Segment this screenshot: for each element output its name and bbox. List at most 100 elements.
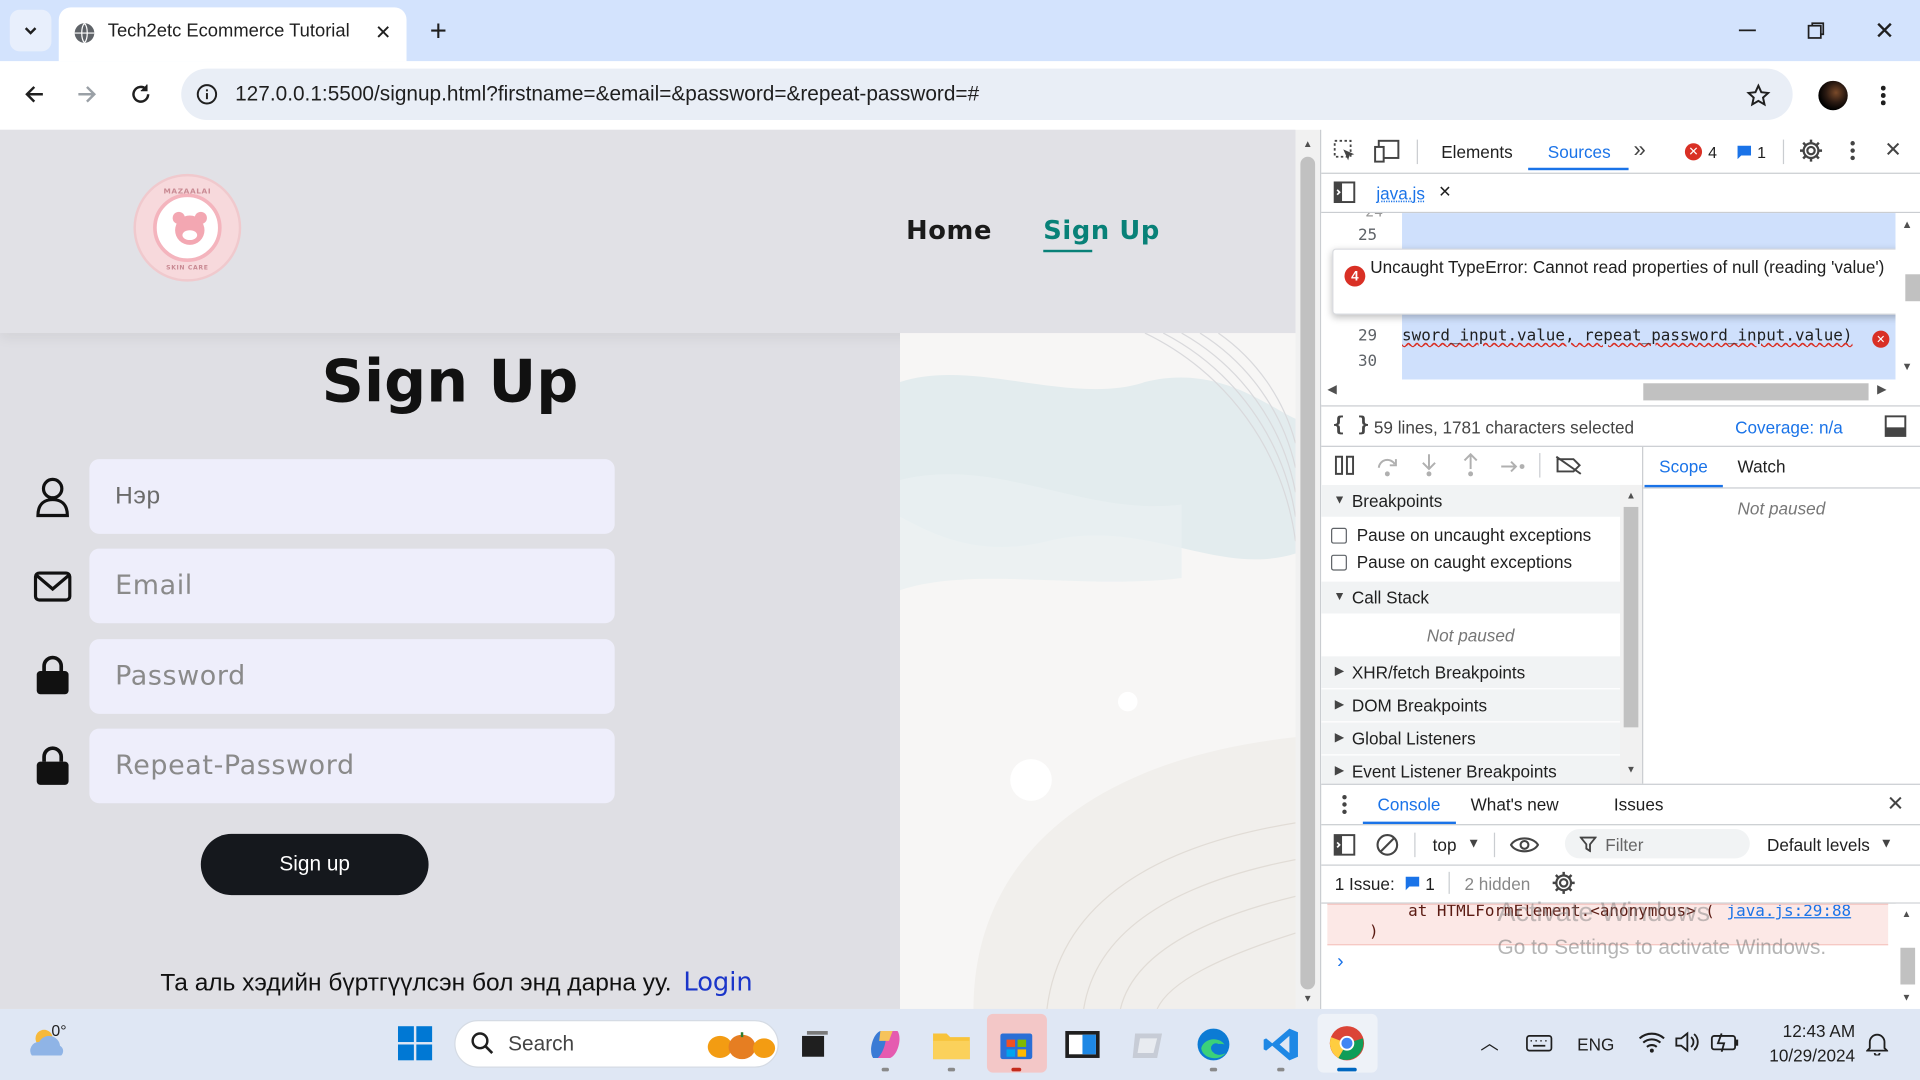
- kebab-menu-icon[interactable]: [1869, 78, 1898, 112]
- issues-count[interactable]: 1: [1425, 874, 1435, 894]
- devtools-menu-icon[interactable]: [1850, 140, 1855, 162]
- tray-overflow-icon[interactable]: ︿: [1480, 1030, 1498, 1056]
- remote-desktop-icon[interactable]: [1064, 1029, 1101, 1061]
- console-scrollbar[interactable]: ▲ ▼: [1895, 903, 1920, 1009]
- pause-uncaught-label[interactable]: Pause on uncaught exceptions: [1357, 525, 1591, 545]
- page-scrollbar-thumb[interactable]: [1300, 156, 1316, 990]
- windows-start-icon[interactable]: [397, 1026, 433, 1061]
- snipping-tool-icon[interactable]: [1130, 1029, 1167, 1061]
- step-over-icon[interactable]: [1376, 456, 1398, 478]
- navigator-toggle-icon[interactable]: [1333, 181, 1356, 204]
- close-file-tab-icon[interactable]: ✕: [1435, 182, 1455, 202]
- file-tab-javajs[interactable]: java.js: [1376, 184, 1425, 204]
- close-devtools-icon[interactable]: ✕: [1881, 138, 1905, 162]
- password-field[interactable]: Password: [89, 639, 615, 714]
- console-prompt[interactable]: ›: [1337, 951, 1344, 973]
- nav-signup-link[interactable]: Sign Up: [1043, 216, 1160, 245]
- signup-submit-button[interactable]: Sign up: [200, 833, 429, 896]
- tab-search-button[interactable]: [9, 9, 52, 52]
- pause-caught-label[interactable]: Pause on caught exceptions: [1357, 552, 1572, 572]
- minimize-icon[interactable]: [1727, 12, 1769, 49]
- coverage-link[interactable]: Coverage: n/a: [1735, 418, 1843, 438]
- tab-sources[interactable]: Sources: [1548, 142, 1611, 162]
- call-stack-section[interactable]: Call Stack: [1352, 588, 1429, 608]
- login-link[interactable]: Login: [683, 967, 752, 996]
- page-scrollbar[interactable]: ▲ ▼: [1295, 129, 1321, 1009]
- pretty-print-icon[interactable]: { }: [1332, 413, 1370, 437]
- message-count[interactable]: 1: [1757, 143, 1766, 161]
- context-selector[interactable]: top: [1433, 835, 1457, 855]
- dom-breakpoints-section[interactable]: DOM Breakpoints: [1352, 696, 1487, 716]
- volume-icon[interactable]: [1675, 1031, 1699, 1053]
- drawer-tab-whatsnew[interactable]: What's new: [1471, 795, 1559, 815]
- browser-tab[interactable]: Tech2etc Ecommerce Tutorial ✕: [58, 7, 407, 62]
- more-tabs-icon[interactable]: »: [1633, 137, 1645, 163]
- drawer-tab-issues[interactable]: Issues: [1614, 795, 1664, 815]
- clear-console-icon[interactable]: [1375, 833, 1399, 857]
- restore-icon[interactable]: [1795, 12, 1837, 49]
- settings-gear-icon[interactable]: [1799, 138, 1823, 162]
- deactivate-breakpoints-icon[interactable]: [1555, 455, 1582, 476]
- event-listener-breakpoints-section[interactable]: Event Listener Breakpoints: [1352, 762, 1557, 782]
- name-field[interactable]: Нэр: [89, 459, 615, 534]
- keyboard-icon[interactable]: [1526, 1035, 1553, 1052]
- tab-scope[interactable]: Scope: [1659, 457, 1708, 477]
- close-drawer-icon[interactable]: ✕: [1883, 792, 1907, 816]
- notification-bell-icon[interactable]: [1866, 1031, 1889, 1056]
- checkbox[interactable]: [1331, 527, 1347, 544]
- wifi-icon[interactable]: [1638, 1031, 1665, 1053]
- language-indicator[interactable]: ENG: [1577, 1035, 1614, 1055]
- taskbar-search-text: Search: [508, 1032, 575, 1056]
- reload-icon[interactable]: [124, 77, 158, 111]
- filter-icon: [1579, 836, 1597, 853]
- weather-temp: 0°: [51, 1021, 67, 1040]
- tab-watch[interactable]: Watch: [1738, 457, 1786, 477]
- edge-icon[interactable]: [1195, 1026, 1232, 1063]
- console-settings-gear-icon[interactable]: [1551, 871, 1575, 895]
- sidebar-scrollbar[interactable]: ▲ ▼: [1620, 484, 1643, 784]
- error-marker-icon[interactable]: ✕: [1872, 330, 1890, 348]
- pause-icon[interactable]: [1334, 455, 1355, 476]
- clock-date[interactable]: 10/29/2024: [1758, 1046, 1855, 1066]
- drawer-menu-icon[interactable]: [1342, 793, 1347, 815]
- tab-elements[interactable]: Elements: [1441, 142, 1512, 162]
- url-text[interactable]: 127.0.0.1:5500/signup.html?firstname=&em…: [235, 82, 979, 106]
- profile-avatar[interactable]: [1818, 80, 1848, 111]
- code-horizontal-scrollbar[interactable]: ◀ ▶: [1321, 379, 1896, 405]
- console-source-link[interactable]: java.js:29:88: [1727, 905, 1852, 921]
- coverage-panel-icon[interactable]: [1884, 415, 1907, 437]
- checkbox[interactable]: [1331, 554, 1347, 571]
- task-view-icon[interactable]: [798, 1029, 830, 1061]
- breakpoints-section[interactable]: Breakpoints: [1352, 491, 1443, 511]
- back-icon[interactable]: [17, 77, 51, 111]
- site-info-icon[interactable]: [193, 81, 220, 108]
- copilot-icon[interactable]: [866, 1026, 905, 1063]
- inspect-element-icon[interactable]: [1332, 138, 1356, 162]
- drawer-tab-console[interactable]: Console: [1378, 795, 1441, 815]
- site-logo[interactable]: MAZAALAI SKIN CARE: [133, 173, 242, 282]
- battery-icon[interactable]: [1710, 1032, 1740, 1052]
- xhr-breakpoints-section[interactable]: XHR/fetch Breakpoints: [1352, 662, 1525, 682]
- file-explorer-icon[interactable]: [932, 1029, 971, 1061]
- vscode-icon[interactable]: [1262, 1026, 1299, 1063]
- close-tab-icon[interactable]: ✕: [370, 20, 397, 47]
- repeat-password-field[interactable]: Repeat-Password: [89, 728, 615, 804]
- log-levels-dropdown[interactable]: Default levels: [1767, 835, 1870, 855]
- device-toolbar-icon[interactable]: [1374, 138, 1401, 163]
- bear-logo-icon: [172, 211, 207, 245]
- error-count[interactable]: 4: [1708, 143, 1717, 161]
- global-listeners-section[interactable]: Global Listeners: [1352, 729, 1476, 749]
- close-window-icon[interactable]: ✕: [1864, 12, 1906, 49]
- step-into-icon[interactable]: [1419, 453, 1439, 477]
- email-field[interactable]: Email: [89, 548, 615, 624]
- step-out-icon[interactable]: [1461, 453, 1481, 477]
- debugger-sidebar: ▼ Breakpoints Pause on uncaught exceptio…: [1321, 484, 1621, 784]
- step-icon[interactable]: [1500, 458, 1527, 475]
- forward-icon[interactable]: [70, 77, 104, 111]
- clock-time[interactable]: 12:43 AM: [1758, 1021, 1855, 1041]
- eye-icon[interactable]: [1509, 835, 1540, 855]
- new-tab-icon[interactable]: +: [421, 15, 455, 49]
- nav-home-link[interactable]: Home: [906, 216, 992, 245]
- console-sidebar-icon[interactable]: [1333, 834, 1356, 856]
- bookmark-star-icon[interactable]: [1741, 78, 1775, 112]
